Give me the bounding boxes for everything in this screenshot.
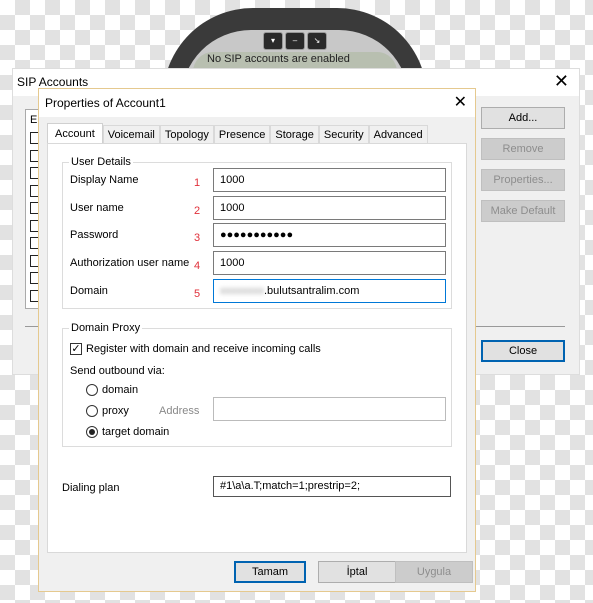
field-input[interactable]: 1000 bbox=[213, 251, 446, 275]
phone-status: No SIP accounts are enabled bbox=[207, 53, 350, 65]
field-input[interactable]: ●●●●●●●●●●● bbox=[213, 223, 446, 247]
field-number: 5 bbox=[194, 288, 201, 300]
tab-presence[interactable]: Presence bbox=[213, 125, 271, 143]
minimize-icon[interactable]: – bbox=[285, 32, 305, 50]
field-label: Domain bbox=[70, 285, 108, 297]
tab-voicemail[interactable]: Voicemail bbox=[102, 125, 160, 143]
field-number: 4 bbox=[194, 260, 201, 272]
radio-target-domain[interactable] bbox=[86, 426, 98, 438]
close-phone-icon[interactable]: ↘ bbox=[307, 32, 327, 50]
tab-security[interactable]: Security bbox=[318, 125, 369, 143]
close-icon[interactable]: ✕ bbox=[554, 71, 569, 92]
tab-topology[interactable]: Topology bbox=[159, 125, 214, 143]
field-label: Password bbox=[70, 229, 119, 241]
dialing-plan-label: Dialing plan bbox=[62, 482, 120, 494]
field-value: 1000 bbox=[220, 257, 245, 269]
dialog-title-bar: Properties of Account1 ✕ bbox=[39, 89, 475, 117]
field-label: Authorization user name bbox=[70, 257, 190, 269]
radio-target-domain-label: target domain bbox=[102, 426, 170, 438]
window-title: SIP Accounts bbox=[17, 75, 89, 89]
radio-proxy-label: proxy bbox=[102, 405, 129, 417]
dialog-title: Properties of Account1 bbox=[45, 96, 166, 110]
radio-proxy[interactable] bbox=[86, 405, 98, 417]
field-number: 3 bbox=[194, 232, 201, 244]
send-outbound-label: Send outbound via: bbox=[70, 365, 165, 377]
cancel-button[interactable]: İptal bbox=[318, 561, 396, 583]
radio-domain[interactable] bbox=[86, 384, 98, 396]
tab-account[interactable]: Account bbox=[47, 123, 103, 143]
field-input[interactable]: 1000 bbox=[213, 168, 446, 192]
account-tab-page: User Details Display Name 1 1000 User nam… bbox=[47, 143, 467, 553]
properties-dialog: Properties of Account1 ✕ Account Voicema… bbox=[38, 88, 476, 592]
dialing-plan-input[interactable]: #1\a\a.T;match=1;prestrip=2; bbox=[213, 476, 451, 497]
register-label: Register with domain and receive incomin… bbox=[86, 343, 321, 355]
field-value: 1000 bbox=[220, 174, 245, 186]
field-value: 1000 bbox=[220, 202, 245, 214]
dropdown-icon[interactable]: ▾ bbox=[263, 32, 283, 50]
address-label: Address bbox=[159, 405, 200, 417]
field-value: ●●●●●●●●●●● bbox=[220, 229, 294, 241]
radio-domain-label: domain bbox=[102, 384, 139, 396]
ok-button[interactable]: Tamam bbox=[234, 561, 306, 583]
address-input[interactable] bbox=[213, 397, 446, 421]
tab-bar: Account Voicemail Topology Presence Stor… bbox=[47, 123, 428, 143]
field-number: 1 bbox=[194, 177, 201, 189]
domain-proxy-legend: Domain Proxy bbox=[71, 322, 141, 334]
close-button[interactable]: Close bbox=[481, 340, 565, 362]
field-label: User name bbox=[70, 202, 124, 214]
field-input[interactable]: xxxxxxxx.bulutsantralim.com bbox=[213, 279, 446, 303]
remove-button[interactable]: Remove bbox=[481, 138, 565, 160]
field-input[interactable]: 1000 bbox=[213, 196, 446, 220]
tab-storage[interactable]: Storage bbox=[270, 125, 319, 143]
field-label: Display Name bbox=[70, 174, 139, 186]
make-default-button[interactable]: Make Default bbox=[481, 200, 565, 222]
add-button[interactable]: Add... bbox=[481, 107, 565, 129]
tab-advanced[interactable]: Advanced bbox=[368, 125, 428, 143]
properties-button[interactable]: Properties... bbox=[481, 169, 565, 191]
field-value: .bulutsantralim.com bbox=[264, 285, 360, 297]
field-number: 2 bbox=[194, 205, 201, 217]
apply-button[interactable]: Uygula bbox=[395, 561, 473, 583]
close-icon[interactable]: ✕ bbox=[454, 92, 467, 112]
user-details-legend: User Details bbox=[71, 156, 131, 168]
register-checkbox[interactable]: ✓ bbox=[70, 343, 82, 355]
